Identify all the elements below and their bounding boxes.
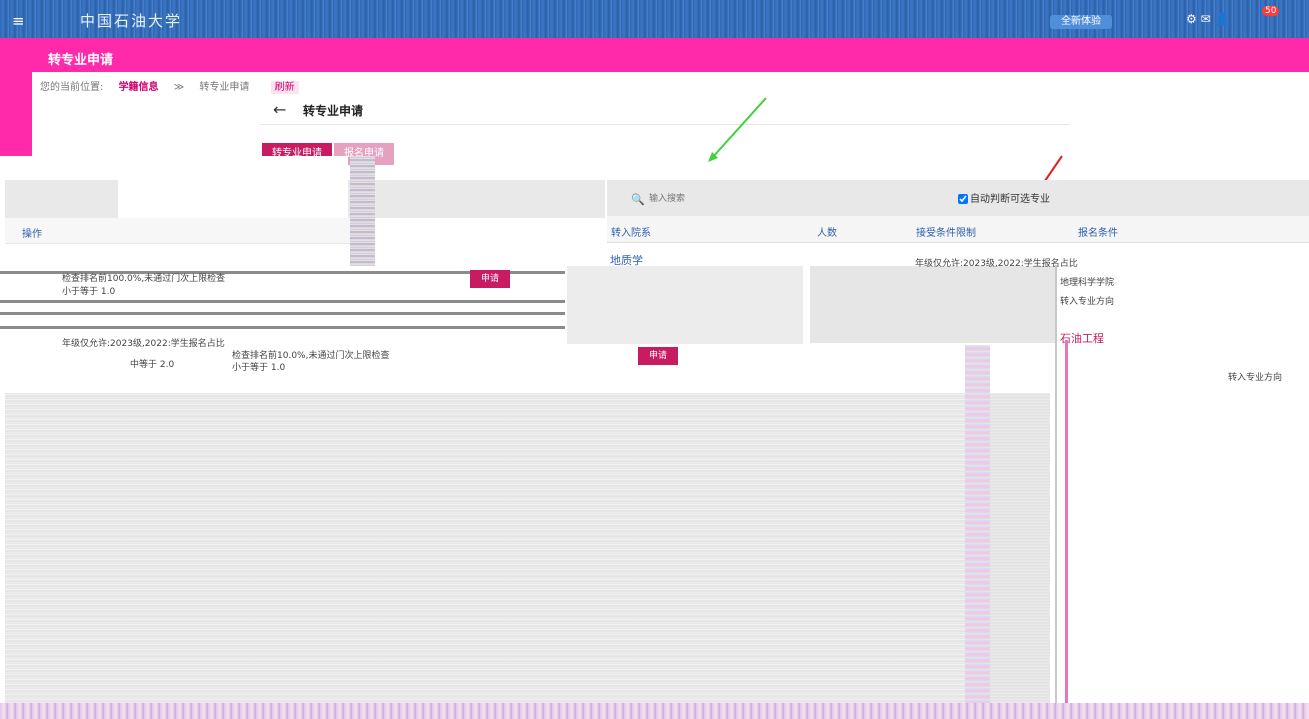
col-header-limit: 接受条件限制 (916, 228, 976, 239)
left-table-header (5, 218, 350, 244)
col-header-department: 转入院系 (611, 228, 651, 239)
department-geography: 地理科学学院 (1060, 278, 1115, 288)
refresh-button[interactable]: 刷新 (270, 81, 299, 94)
apply-button[interactable]: 申请 (470, 270, 510, 288)
row2-ratio-text: 中等于 2.0 (130, 360, 175, 370)
artifact-white-block (735, 345, 963, 393)
experience-chip[interactable]: 全新体验 (1050, 15, 1112, 29)
department-geology[interactable]: 地质学 (610, 252, 643, 268)
left-accent-strip (0, 72, 32, 156)
section-heading: 转专业申请 (303, 104, 364, 118)
green-annotation-arrow (708, 97, 767, 162)
breadcrumb-separator: ≫ (173, 82, 185, 93)
auto-judge-checkbox-input[interactable] (958, 194, 968, 204)
rendering-artifact-area (990, 393, 1050, 703)
major-direction-text: 转入专业方向 (1060, 297, 1115, 307)
row-divider (0, 300, 565, 303)
page-title: 转专业申请 (48, 53, 114, 68)
top-navigation-bar: ≡ 中国石油大学 全新体验 ⚙ ✉ 👤 50 (0, 0, 1309, 38)
breadcrumb-current: 转专业申请 (199, 82, 250, 93)
back-arrow-icon[interactable]: ← (273, 100, 286, 119)
row-divider (0, 312, 565, 315)
user-toolbar-icons[interactable]: ⚙ ✉ 👤 (1186, 12, 1229, 26)
menu-icon[interactable]: ≡ (12, 12, 25, 30)
row1-limit-text: 小于等于 1.0 (62, 287, 116, 297)
rendering-artifact-column (965, 345, 990, 705)
glitch-column (350, 156, 375, 266)
breadcrumb-prefix: 您的当前位置: (40, 82, 104, 93)
col-header-count: 人数 (817, 228, 837, 239)
breadcrumb-section-link[interactable]: 学籍信息 (119, 82, 159, 93)
artifact-gray-block (810, 266, 1055, 343)
major-direction-text: 转入专业方向 (1228, 373, 1283, 383)
column-divider (1065, 340, 1068, 705)
auto-judge-label: 自动判断可选专业 (970, 194, 1050, 205)
operation-column-header: 操作 (22, 229, 42, 240)
heading-divider (260, 124, 1070, 125)
apply-button[interactable]: 申请 (638, 347, 678, 365)
notification-badge: 50 (1262, 6, 1280, 16)
row1-condition-text: 检查排名前100.0%,未通过门次上限检查 (62, 274, 226, 284)
limit-text: 年级仅允许:2023级,2022:学生报名占比 (915, 259, 1078, 269)
search-icon[interactable]: 🔍 (631, 193, 645, 206)
university-logo: 中国石油大学 (80, 12, 183, 30)
rendering-artifact-area (5, 393, 965, 703)
rendering-artifact-block (118, 156, 348, 218)
auto-judge-checkbox[interactable]: 自动判断可选专业 (958, 190, 1050, 205)
row2-year-text: 年级仅允许:2023级,2022:学生报名占比 (62, 339, 225, 349)
bottom-artifact-strip (0, 703, 1309, 719)
search-input[interactable] (647, 190, 901, 206)
breadcrumb: 您的当前位置: 学籍信息 ≫ 转专业申请 刷新 (40, 78, 311, 94)
row2-limit-text: 小于等于 1.0 (232, 363, 286, 373)
row-divider (0, 326, 565, 329)
column-divider (1055, 265, 1057, 705)
artifact-gray-block (567, 266, 803, 344)
col-header-conditions: 报名条件 (1078, 228, 1118, 239)
page-title-bar: 转专业申请 (0, 38, 1309, 72)
